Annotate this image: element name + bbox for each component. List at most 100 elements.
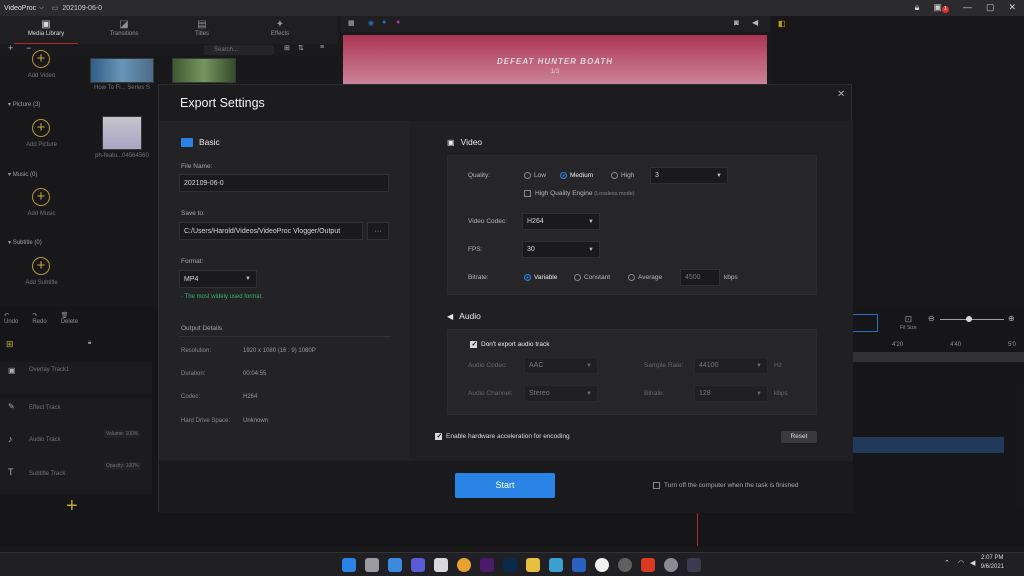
file-name-input[interactable]: 202109-06-0 [179,174,389,192]
detail-value: 1920 x 1080 (16 : 9) 1080P [243,348,316,354]
bitrate-value-input[interactable]: 4500 [680,269,720,286]
video-title: Video [460,137,483,147]
video-codec-select[interactable]: H264 [522,213,600,230]
audio-settings-box: Don't export audio track Audio Codec: AA… [447,329,817,415]
taskbar: ⌃ ◠ ◀ [0,552,1024,576]
audio-codec-value: AAC [529,362,544,369]
audio-channel-select[interactable]: Stereo [524,385,598,402]
videoproc-icon[interactable] [687,557,701,572]
radio-selected-icon [560,172,567,179]
detail-value: 00:04:55 [243,371,267,377]
close-button[interactable]: ✕ [1008,2,1016,13]
sample-rate-select[interactable]: 44100 [694,357,768,374]
bitrate-average[interactable]: Average [628,274,662,281]
shutdown-label: Turn off the computer when the task is f… [664,482,799,490]
slack-icon[interactable] [595,557,609,572]
option-label: Variable [534,274,558,282]
quality-high[interactable]: High [611,172,634,179]
title-bar: VideoProc ⌵ ▭ 202109-06-0 [0,0,1024,16]
app-icon[interactable] [572,557,586,572]
option-label: Medium [570,172,594,180]
video-codec-value: H264 [527,218,544,225]
hq-engine-label: High Quality Engine [535,190,593,198]
tray-chevron-icon[interactable]: ⌃ [944,559,950,567]
lock-icon[interactable]: 🔒︎ [915,2,920,13]
audio-title: Audio [459,311,481,321]
audio-bitrate-label: Bitrate: [644,390,665,397]
fps-label: FPS: [468,246,483,253]
task-view-icon[interactable] [388,557,402,572]
bitrate-variable[interactable]: Variable [524,274,557,281]
basic-header: Basic [181,137,220,147]
speaker-icon[interactable]: ◀ [970,559,975,567]
format-value: MP4 [184,275,199,283]
basic-title: Basic [199,137,220,147]
quality-medium[interactable]: Medium [560,172,593,179]
maximize-button[interactable]: ▢ [986,2,995,13]
reset-button[interactable]: Reset [781,431,817,443]
speaker-icon: ◀ [447,311,454,321]
quality-level-value: 3 [655,172,659,179]
bitrate-unit: kbps [724,274,738,281]
hq-engine-note: (Lossless mode) [594,191,635,198]
fps-select[interactable]: 30 [522,241,600,258]
save-path-input[interactable]: C:/Users/Harold/Videos/VideoProc Vlogger… [179,222,363,240]
office-icon[interactable] [641,557,655,572]
option-label: Low [534,172,546,180]
bitrate-label: Bitrate: [468,274,489,281]
browse-button[interactable]: ··· [367,222,389,240]
close-icon[interactable]: ✕ [837,89,845,100]
detail-key: Hard Drive Space: [181,418,231,424]
hq-engine-checkbox[interactable]: High Quality Engine (Lossless mode) [524,190,635,197]
bitrate-constant[interactable]: Constant [574,274,610,281]
minimize-button[interactable]: — [963,2,972,13]
detail-key: Resolution: [181,348,212,354]
audio-codec-select[interactable]: AAC [524,357,598,374]
photoshop-icon[interactable] [503,557,517,572]
settings-icon[interactable] [664,557,678,572]
detail-value: H264 [243,394,258,400]
quality-low[interactable]: Low [524,172,546,179]
folder-icon[interactable] [526,557,540,572]
video-header: ▣ Video [447,137,482,147]
hw-accel-checkbox[interactable]: Enable hardware acceleration for encodin… [435,432,570,441]
chat-icon[interactable] [411,557,425,572]
notification-badge: 1 [941,6,949,13]
chevron-down-icon[interactable]: ⌵ [39,5,44,12]
settings-panel: ▣ Video Quality: Low Medium High 3 High … [409,121,853,461]
shutdown-checkbox[interactable]: Turn off the computer when the task is f… [653,482,798,489]
sample-rate-value: 44100 [699,362,719,369]
radio-icon [611,172,618,179]
quality-level-select[interactable]: 3 [650,167,728,184]
taskbar-apps [342,557,710,572]
hw-accel-label: Enable hardware acceleration for encodin… [446,433,570,441]
checkbox-icon [653,482,660,489]
folder-icon [181,137,193,147]
dont-export-audio-checkbox[interactable]: Don't export audio track [470,340,549,348]
app-icon[interactable] [618,557,632,572]
wifi-icon[interactable]: ◠ [958,559,964,567]
detail-value: Unknown [243,418,269,424]
search-icon[interactable] [365,557,379,572]
clock[interactable]: 2:07 PM 9/6/2021 [981,554,1004,572]
format-hint: · The most widely used format. [181,294,263,300]
app-name[interactable]: VideoProc [4,5,36,12]
radio-selected-icon [524,274,531,281]
format-select[interactable]: MP4 [179,270,257,288]
sample-rate-unit: Hz [774,362,782,369]
gift-icon[interactable]: ▣ 1 [933,2,949,13]
checkbox-checked-icon [470,340,477,348]
option-label: Constant [584,274,611,282]
audio-bitrate-select[interactable]: 128 [694,385,768,402]
format-label: Format: [181,258,204,265]
chrome-icon[interactable] [457,557,471,572]
premiere-icon[interactable] [480,557,494,572]
start-button[interactable]: Start [455,473,555,498]
notes-icon[interactable] [549,557,563,572]
option-label: Average [638,274,663,282]
checkbox-icon [524,190,531,197]
explorer-icon[interactable] [434,557,448,572]
save-to-label: Save to: [181,210,205,217]
start-menu-icon[interactable] [342,557,356,572]
detail-key: Duration: [181,371,206,377]
